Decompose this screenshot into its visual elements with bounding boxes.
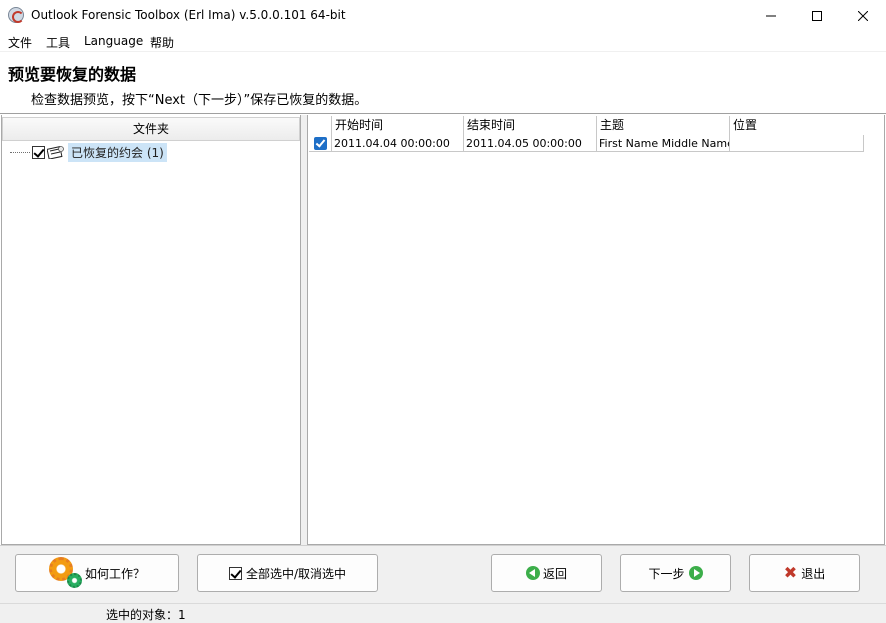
menu-language[interactable]: Language (84, 34, 143, 48)
grid-header-row: 开始时间 结束时间 主题 位置 (309, 116, 864, 135)
items-grid: 开始时间 结束时间 主题 位置 2011.04.04 00:00:00 2011… (309, 116, 864, 152)
cell-location (730, 135, 864, 151)
back-label: 返回 (542, 566, 567, 581)
items-pane: 开始时间 结束时间 主题 位置 2011.04.04 00:00:00 2011… (307, 115, 885, 545)
tree-connector (10, 151, 30, 153)
folder-pane-header: 文件夹 (2, 117, 300, 141)
select-all-checkbox[interactable] (228, 566, 242, 580)
back-button[interactable]: 返回 (491, 554, 602, 592)
select-all-button[interactable]: 全部选中/取消选中 (197, 554, 378, 592)
column-header-location[interactable]: 位置 (730, 116, 864, 135)
column-header-subject[interactable]: 主题 (597, 116, 730, 135)
window-title: Outlook Forensic Toolbox (Erl Ima) v.5.0… (31, 8, 346, 22)
maximize-icon (812, 10, 822, 21)
next-arrow-icon (688, 566, 703, 580)
column-header-end[interactable]: 结束时间 (464, 116, 597, 135)
maximize-button[interactable] (794, 0, 840, 31)
page-description: 检查数据预览，按下“Next（下一步）”保存已恢复的数据。 (31, 93, 368, 108)
title-bar: Outlook Forensic Toolbox (Erl Ima) v.5.0… (0, 0, 886, 31)
app-window: Outlook Forensic Toolbox (Erl Ima) v.5.0… (0, 0, 886, 623)
cell-subject: First Name Middle Name La (597, 135, 730, 151)
tree-item[interactable]: 已恢复的约会 (1) (10, 142, 167, 162)
close-icon (858, 10, 868, 21)
folder-pane: 文件夹 已恢复的约会 (1) (1, 115, 301, 545)
page-title: 预览要恢复的数据 (8, 65, 137, 84)
button-bar: 如何工作？ 全部选中/取消选中 返回 下一步 ✖ 退出 (0, 545, 886, 603)
close-button[interactable] (840, 0, 886, 31)
header-divider (0, 113, 886, 114)
exit-label: 退出 (801, 566, 826, 581)
cell-start: 2011.04.04 00:00:00 (332, 135, 464, 151)
select-all-label: 全部选中/取消选中 (245, 566, 347, 581)
row-check-cell[interactable] (309, 135, 332, 151)
back-arrow-icon (525, 566, 540, 580)
gears-icon (48, 557, 83, 589)
status-selected-count: 选中的对象：1 (106, 608, 186, 622)
menu-help[interactable]: 帮助 (150, 34, 174, 51)
how-it-works-label: 如何工作？ (84, 566, 145, 581)
cell-end: 2011.04.05 00:00:00 (464, 135, 597, 151)
row-checkbox[interactable] (313, 136, 327, 150)
table-row[interactable]: 2011.04.04 00:00:00 2011.04.05 00:00:00 … (309, 135, 864, 152)
menu-tools[interactable]: 工具 (46, 34, 70, 51)
app-logo-icon (8, 7, 24, 23)
menu-bar: 文件 工具 Language 帮助 (0, 31, 886, 51)
grid-header-check (309, 116, 332, 135)
column-header-start[interactable]: 开始时间 (332, 116, 464, 135)
calendar-folder-icon (46, 145, 65, 160)
how-it-works-button[interactable]: 如何工作？ (15, 554, 179, 592)
exit-button[interactable]: ✖ 退出 (749, 554, 860, 592)
tree-item-label[interactable]: 已恢复的约会 (1) (68, 142, 167, 162)
exit-x-icon: ✖ (783, 563, 798, 582)
next-button[interactable]: 下一步 (620, 554, 731, 592)
minimize-icon (766, 15, 776, 16)
tree-item-checkbox[interactable] (32, 145, 45, 159)
status-bar: 选中的对象：1 (0, 603, 886, 623)
minimize-button[interactable] (748, 0, 794, 31)
next-label: 下一步 (648, 566, 685, 581)
page-header: 预览要恢复的数据 检查数据预览，按下“Next（下一步）”保存已恢复的数据。 (0, 51, 886, 113)
menu-file[interactable]: 文件 (8, 34, 32, 51)
